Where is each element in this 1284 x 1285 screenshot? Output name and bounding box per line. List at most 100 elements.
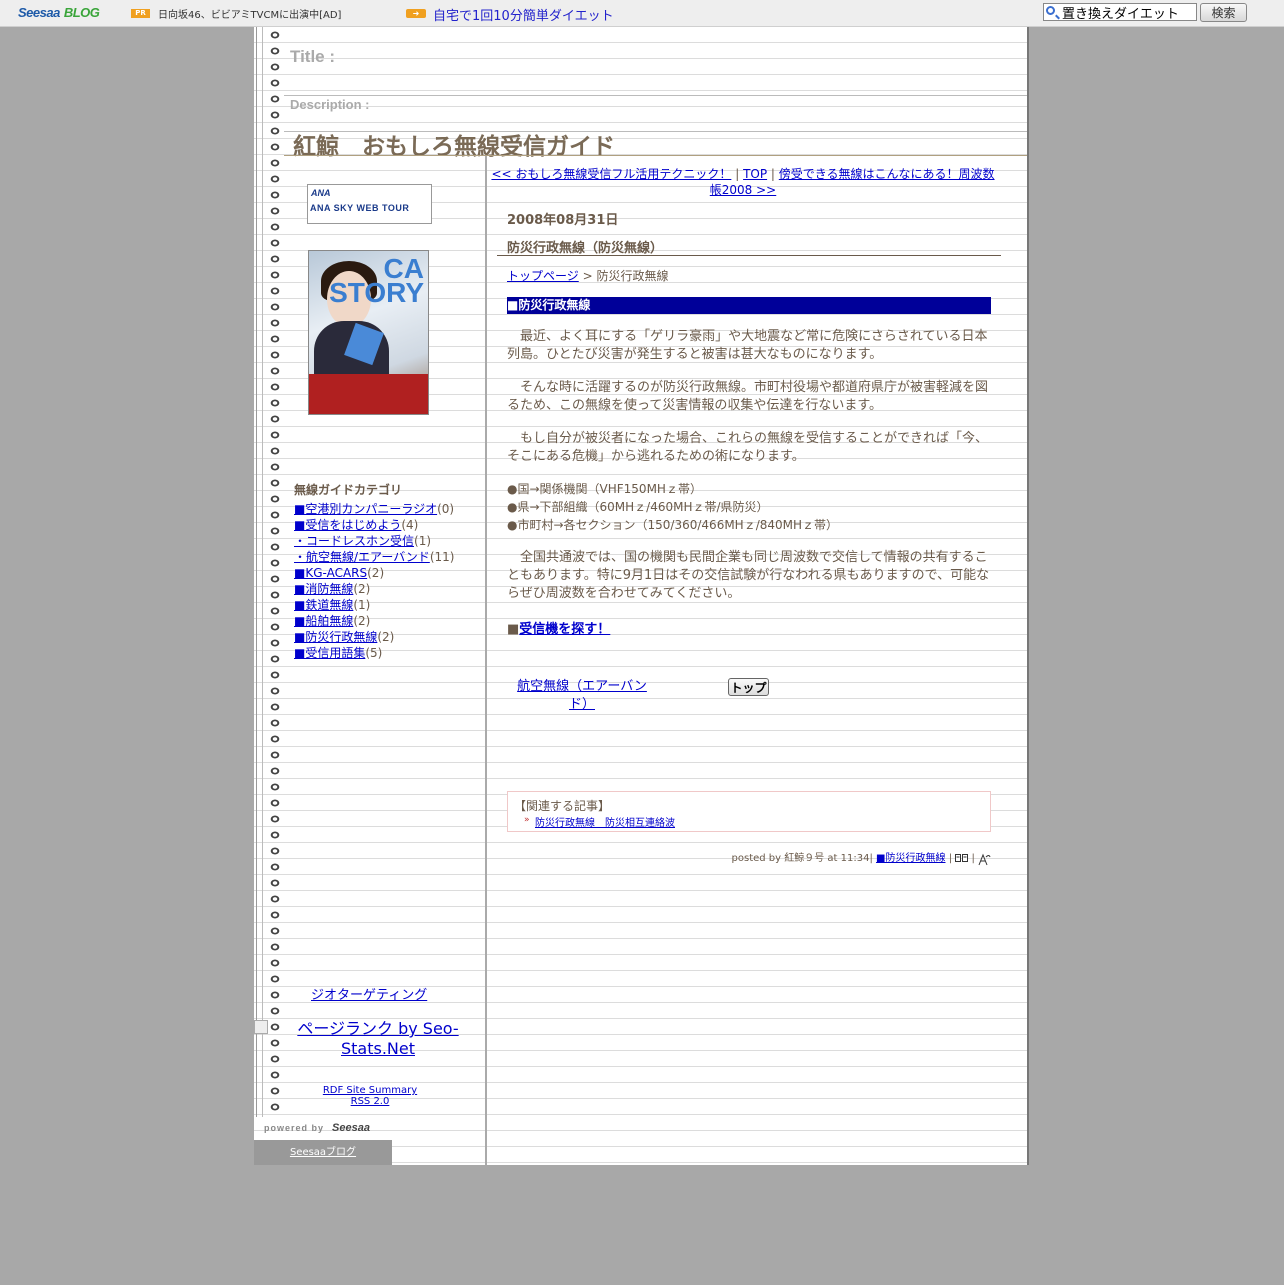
- post-paragraph: 最近、よく耳にする「ゲリラ豪雨」や大地震など常に危険にさらされている日本列島。ひ…: [507, 329, 988, 362]
- list-item: ●県→下部組織（60MHｚ/460MHｚ帯/県防災）: [507, 500, 769, 514]
- seesaa-blog-button: Seesaaブログ: [254, 1140, 392, 1165]
- find-receiver-link[interactable]: 受信機を探す！: [519, 622, 610, 637]
- post-category-link[interactable]: ■防災行政無線: [876, 853, 945, 864]
- category-link[interactable]: ■空港別カンパニーラジオ: [294, 502, 437, 516]
- ad-link-1[interactable]: 日向坂46、ビビアミTVCMに出演中[AD]: [158, 6, 341, 21]
- list-item: ●市町村→各セクション（150/360/466MHｚ/840MHｚ帯）: [507, 518, 839, 532]
- category-link[interactable]: ・航空無線/エアーバンド: [294, 550, 430, 564]
- list-item: ■KG-ACARS(2): [294, 565, 454, 581]
- category-count: (2): [353, 614, 371, 628]
- post-paragraph: 全国共通波では、国の機関も民間企業も同じ周波数で交信して情報の共有することもあり…: [507, 550, 990, 601]
- related-articles-box: 【関連する記事】 » 防災行政無線 防災相互連絡波: [507, 791, 991, 832]
- category-list: ■空港別カンパニーラジオ(0) ■受信をはじめよう(4) ・コードレスホン受信(…: [294, 501, 454, 661]
- nav-separator: |: [735, 167, 740, 181]
- category-count: (5): [365, 646, 383, 660]
- cover-band: [309, 374, 428, 414]
- list-item: ■受信用語集(5): [294, 645, 454, 661]
- post-navigation: << おもしろ無線受信フル活用テクニック！ | TOP | 傍受できる無線はこん…: [490, 166, 996, 198]
- feed-links: RDF Site Summary RSS 2.0: [254, 1085, 486, 1107]
- category-count: (4): [401, 518, 419, 532]
- list-item: ・航空無線/エアーバンド(11): [294, 549, 454, 565]
- post-footer: posted by 紅鯨９号 at 11:34| ■防災行政無線 | |: [507, 849, 991, 865]
- prev-post-nav-link[interactable]: << おもしろ無線受信フル活用テクニック！: [491, 167, 731, 181]
- seesaa-logo-text: Seesaa: [18, 5, 60, 20]
- seesaa-blog-logo[interactable]: Seesaa BLOG: [18, 5, 100, 20]
- category-link[interactable]: ■鉄道無線: [294, 598, 353, 612]
- breadcrumb-current: > 防災行政無線: [578, 269, 669, 283]
- list-item: ■受信をはじめよう(4): [294, 517, 454, 533]
- prev-article-link[interactable]: 航空無線（エアーバンド）: [512, 678, 652, 714]
- category-count: (11): [429, 550, 455, 564]
- comment-icon[interactable]: [955, 853, 969, 864]
- ad-link-2[interactable]: 自宅で1回10分簡単ダイエット: [433, 5, 614, 24]
- category-link[interactable]: ■船舶無線: [294, 614, 353, 628]
- description-label: Description :: [290, 97, 370, 112]
- ana-sky-web-tour-banner[interactable]: ANA ANA SKY WEB TOUR: [307, 184, 432, 224]
- category-link[interactable]: ■KG-ACARS: [294, 566, 367, 580]
- category-count: (2): [353, 582, 371, 596]
- post-date: 2008年08月31日: [507, 213, 619, 228]
- header-divider: [284, 155, 1027, 156]
- category-heading: 無線ガイドカテゴリ: [294, 483, 403, 497]
- pagerank-link[interactable]: ページランク by Seo-Stats.Net: [294, 1019, 462, 1059]
- list-item: ■消防無線(2): [294, 581, 454, 597]
- posted-by-text: posted by 紅鯨９号 at 11:34|: [731, 853, 873, 864]
- arrow-right-icon: ➜: [406, 9, 426, 18]
- find-receiver: ■受信機を探す！: [507, 618, 610, 637]
- category-link[interactable]: ■受信をはじめよう: [294, 518, 401, 532]
- trackback-icon[interactable]: [978, 853, 991, 865]
- search-button[interactable]: 検索: [1200, 3, 1247, 22]
- double-chevron-right-icon: »: [524, 815, 530, 825]
- rss-link[interactable]: RSS 2.0: [351, 1096, 390, 1107]
- title-divider: [497, 255, 1001, 256]
- top-nav-link[interactable]: TOP: [743, 167, 767, 181]
- category-count: (2): [377, 630, 395, 644]
- top-bar: Seesaa BLOG PR 日向坂46、ビビアミTVCMに出演中[AD] ➜ 自…: [0, 0, 1284, 27]
- broken-image-icon: [254, 1020, 268, 1034]
- sheet-shadow: [1027, 27, 1029, 1165]
- list-item: ・コードレスホン受信(1): [294, 533, 454, 549]
- column-divider: [485, 156, 487, 1165]
- pr-badge: PR: [131, 9, 150, 18]
- powered-by: powered by Seesaa: [264, 1122, 370, 1134]
- category-link[interactable]: ■消防無線: [294, 582, 353, 596]
- search-input[interactable]: [1062, 4, 1194, 20]
- related-article-link[interactable]: 防災行政無線 防災相互連絡波: [535, 814, 675, 829]
- book-title: CA STORY: [329, 253, 424, 308]
- list-item: ●国→関係機関（VHF150MHｚ帯）: [507, 482, 702, 496]
- breadcrumb: トップページ > 防災行政無線: [507, 267, 668, 284]
- blog-logo-text: BLOG: [63, 5, 100, 20]
- section-heading: ■防災行政無線: [507, 297, 991, 314]
- frequency-list: ●国→関係機関（VHF150MHｚ帯） ●県→下部組織（60MHｚ/460MHｚ…: [507, 480, 991, 534]
- category-link[interactable]: ■受信用語集: [294, 646, 365, 660]
- related-heading: 【関連する記事】: [514, 799, 611, 813]
- book-cover-image[interactable]: CA STORY: [308, 250, 429, 415]
- geo-targeting-link[interactable]: ジオターゲティング: [311, 984, 427, 1003]
- spiral-binding: [254, 27, 284, 1117]
- list-item: ■船舶無線(2): [294, 613, 454, 629]
- category-count: (0): [437, 502, 455, 516]
- powered-by-text: powered by: [264, 1123, 325, 1133]
- search-box: [1043, 3, 1197, 21]
- seesaa-blog-link[interactable]: Seesaaブログ: [290, 1147, 356, 1158]
- top-button[interactable]: トップ: [728, 678, 769, 696]
- nav-separator: |: [770, 167, 775, 181]
- rdf-link[interactable]: RDF Site Summary: [323, 1085, 417, 1096]
- category-count: (1): [353, 598, 371, 612]
- footer-separator: |: [948, 853, 953, 864]
- list-item: ■防災行政無線(2): [294, 629, 454, 645]
- breadcrumb-home-link[interactable]: トップページ: [507, 269, 579, 283]
- ana-logo: ANA: [311, 188, 331, 198]
- ana-banner-text: ANA SKY WEB TOUR: [310, 203, 410, 213]
- post-paragraph: そんな時に活躍するのが防災行政無線。市町村役場や都道府県庁が被害軽減を図るため、…: [507, 380, 989, 413]
- list-item: ■空港別カンパニーラジオ(0): [294, 501, 454, 517]
- header-divider: [284, 95, 1027, 96]
- category-link[interactable]: ・コードレスホン受信: [294, 534, 414, 548]
- post-paragraph: もし自分が被災者になった場合、これらの無線を受信することができれば「今、そこにあ…: [507, 431, 989, 464]
- category-link[interactable]: ■防災行政無線: [294, 630, 377, 644]
- title-label: Title :: [290, 47, 336, 66]
- footer-separator: |: [971, 853, 975, 864]
- seesaa-logo-small: Seesaa: [332, 1122, 370, 1134]
- post-title: 防災行政無線（防災無線）: [507, 241, 664, 256]
- page-sheet: Title : Description : 紅鯨 おもしろ無線受信ガイド ANA…: [254, 27, 1027, 1165]
